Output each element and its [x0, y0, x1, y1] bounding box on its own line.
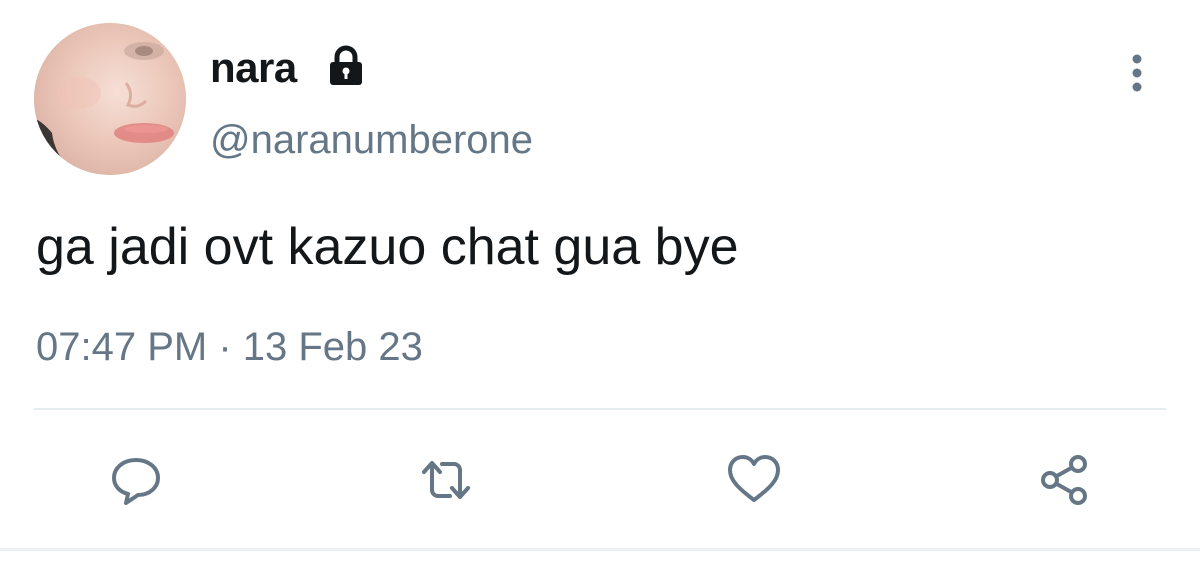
tweet-text: ga jadi ovt kazuo chat gua bye	[36, 218, 739, 276]
avatar[interactable]	[34, 23, 186, 175]
heart-icon	[728, 455, 780, 502]
reply-button[interactable]	[104, 450, 168, 510]
avatar-photo	[34, 23, 186, 175]
share-icon	[1041, 455, 1087, 505]
like-button[interactable]	[722, 450, 786, 510]
divider	[34, 408, 1166, 410]
retweet-icon	[422, 461, 470, 499]
more-vertical-icon[interactable]	[1120, 50, 1154, 96]
user-handle[interactable]: @naranumberone	[210, 114, 533, 166]
tweet-timestamp[interactable]: 07:47 PM · 13 Feb 23	[36, 320, 423, 374]
display-name[interactable]: nara	[210, 40, 297, 96]
comment-icon	[112, 458, 160, 505]
share-button[interactable]	[1032, 450, 1096, 510]
retweet-button[interactable]	[414, 450, 478, 510]
lock-icon	[326, 43, 366, 87]
tweet-card: nara @naranumberone ga jadi ovt kazuo ch…	[0, 0, 1200, 568]
bottom-border	[0, 548, 1200, 551]
